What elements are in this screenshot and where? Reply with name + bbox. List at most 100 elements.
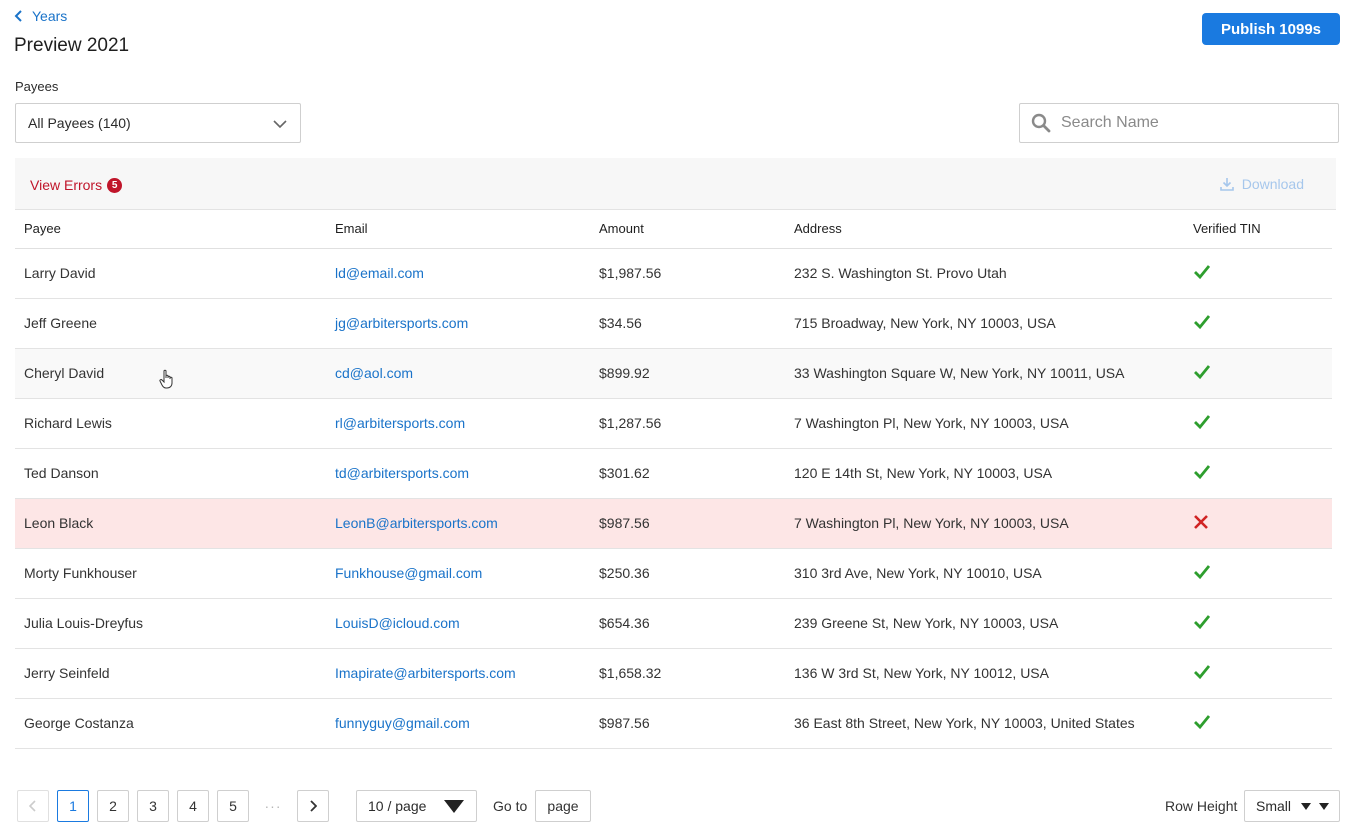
email-cell[interactable]: cd@aol.com [326, 348, 590, 399]
email-cell[interactable]: td@arbitersports.com [326, 448, 590, 499]
payee-cell: Larry David [15, 248, 326, 299]
column-header-payee[interactable]: Payee [15, 210, 326, 249]
goto-page-input[interactable] [535, 790, 591, 822]
row-height-value: Small [1256, 798, 1292, 814]
back-to-years-link[interactable]: Years [14, 8, 67, 24]
check-icon [1193, 314, 1211, 333]
payee-cell: George Costanza [15, 698, 326, 749]
email-cell[interactable]: LeonB@arbitersports.com [326, 498, 590, 549]
payee-cell: Leon Black [15, 498, 326, 549]
verified-tin-cell [1184, 248, 1332, 299]
verified-tin-cell [1184, 298, 1332, 349]
payee-cell: Morty Funkhouser [15, 548, 326, 599]
check-icon [1193, 414, 1211, 433]
payee-cell: Richard Lewis [15, 398, 326, 449]
address-cell: 120 E 14th St, New York, NY 10003, USA [785, 448, 1184, 499]
chevron-right-icon [310, 800, 317, 812]
caret-down-icon [444, 800, 464, 813]
view-errors-link[interactable]: View Errors 5 [30, 177, 123, 193]
amount-cell: $301.62 [590, 448, 785, 499]
page-button-4[interactable]: 4 [177, 790, 209, 822]
check-icon [1193, 364, 1211, 383]
amount-cell: $654.36 [590, 598, 785, 649]
table-row[interactable]: Jeff Greene jg@arbitersports.com $34.56 715… [15, 298, 1332, 349]
email-cell[interactable]: Funkhouse@gmail.com [326, 548, 590, 599]
email-cell[interactable]: funnyguy@gmail.com [326, 698, 590, 749]
x-icon [1193, 514, 1209, 533]
amount-cell: $250.36 [590, 548, 785, 599]
email-cell[interactable]: Imapirate@arbitersports.com [326, 648, 590, 699]
email-cell[interactable]: rl@arbitersports.com [326, 398, 590, 449]
table-row[interactable]: Cheryl David cd@aol.com $899.92 33 Washingt… [15, 348, 1332, 399]
column-header-verified-tin[interactable]: Verified TIN [1184, 210, 1332, 249]
page-button-1[interactable]: 1 [57, 790, 89, 822]
error-count-badge: 5 [107, 177, 123, 193]
publish-1099s-button[interactable]: Publish 1099s [1202, 13, 1340, 45]
amount-cell: $899.92 [590, 348, 785, 399]
verified-tin-cell [1184, 698, 1332, 749]
next-page-button[interactable] [297, 790, 329, 822]
check-icon [1193, 264, 1211, 283]
address-cell: 715 Broadway, New York, NY 10003, USA [785, 298, 1184, 349]
payee-cell: Jerry Seinfeld [15, 648, 326, 699]
table-row[interactable]: George Costanza funnyguy@gmail.com $987.56… [15, 698, 1332, 749]
table-row[interactable]: Ted Danson td@arbitersports.com $301.62 120… [15, 448, 1332, 499]
prev-page-button[interactable] [17, 790, 49, 822]
check-icon [1193, 564, 1211, 583]
verified-tin-cell [1184, 348, 1332, 399]
column-header-email[interactable]: Email [326, 210, 590, 249]
table-row[interactable]: Larry David ld@email.com $1,987.56 232 S. W… [15, 248, 1332, 299]
page-button-2[interactable]: 2 [97, 790, 129, 822]
download-icon [1219, 178, 1234, 191]
amount-cell: $1,987.56 [590, 248, 785, 299]
payee-cell: Ted Danson [15, 448, 326, 499]
download-label: Download [1241, 176, 1304, 192]
table-row[interactable]: Leon Black LeonB@arbitersports.com $987.56… [15, 498, 1332, 549]
email-cell[interactable]: ld@email.com [326, 248, 590, 299]
page-button-3[interactable]: 3 [137, 790, 169, 822]
verified-tin-cell [1184, 598, 1332, 649]
payees-label: Payees [15, 79, 59, 94]
column-header-amount[interactable]: Amount [590, 210, 785, 249]
check-icon [1193, 464, 1211, 483]
verified-tin-cell [1184, 448, 1332, 499]
page-size-value: 10 / page [368, 798, 427, 814]
address-cell: 136 W 3rd St, New York, NY 10012, USA [785, 648, 1184, 699]
table-row[interactable]: Richard Lewis rl@arbitersports.com $1,287.… [15, 398, 1332, 449]
back-label: Years [32, 8, 68, 24]
more-pages-ellipsis[interactable]: ··· [257, 798, 289, 814]
address-cell: 310 3rd Ave, New York, NY 10010, USA [785, 548, 1184, 599]
caret-down-icon [1301, 803, 1311, 810]
chevron-down-icon [273, 120, 287, 129]
address-cell: 36 East 8th Street, New York, NY 10003, … [785, 698, 1184, 749]
email-cell[interactable]: jg@arbitersports.com [326, 298, 590, 349]
verified-tin-cell [1184, 498, 1332, 549]
page-button-5[interactable]: 5 [217, 790, 249, 822]
table-row[interactable]: Jerry Seinfeld Imapirate@arbitersports.co… [15, 648, 1332, 699]
search-icon [1031, 113, 1051, 133]
payees-selected-value: All Payees (140) [28, 115, 131, 131]
payees-table: Payee Email Amount Address Verified TIN … [15, 210, 1332, 749]
payee-cell: Julia Louis-Dreyfus [15, 598, 326, 649]
amount-cell: $1,287.56 [590, 398, 785, 449]
amount-cell: $987.56 [590, 498, 785, 549]
address-cell: 239 Greene St, New York, NY 10003, USA [785, 598, 1184, 649]
payees-select[interactable]: All Payees (140) [15, 103, 301, 143]
row-height-select[interactable]: Small [1244, 790, 1340, 822]
page-size-select[interactable]: 10 / page [356, 790, 477, 822]
chevron-left-icon [14, 10, 22, 22]
check-icon [1193, 664, 1211, 683]
address-cell: 33 Washington Square W, New York, NY 100… [785, 348, 1184, 399]
search-name-input[interactable] [1061, 114, 1321, 132]
search-box[interactable] [1019, 103, 1339, 143]
column-header-address[interactable]: Address [785, 210, 1184, 249]
address-cell: 7 Washington Pl, New York, NY 10003, USA [785, 398, 1184, 449]
email-cell[interactable]: LouisD@icloud.com [326, 598, 590, 649]
table-row[interactable]: Morty Funkhouser Funkhouse@gmail.com $250.… [15, 548, 1332, 599]
table-row[interactable]: Julia Louis-Dreyfus LouisD@icloud.com $654… [15, 598, 1332, 649]
download-button[interactable]: Download [1219, 176, 1304, 192]
pagination: 1 2 3 4 5 ··· [17, 790, 337, 822]
view-errors-label: View Errors [30, 177, 103, 193]
hand-cursor-icon [159, 369, 173, 389]
address-cell: 7 Washington Pl, New York, NY 10003, USA [785, 498, 1184, 549]
